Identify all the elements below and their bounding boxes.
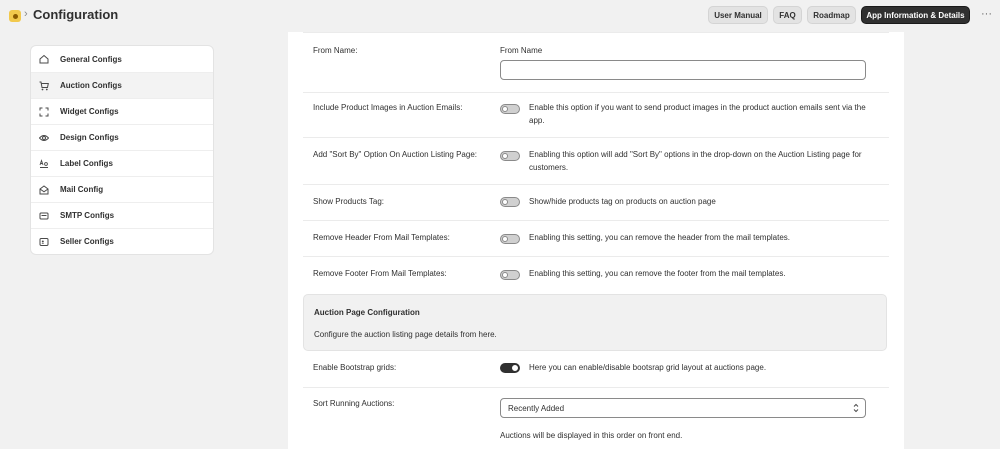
sidebar-item-label: Widget Configs [60,107,119,116]
seller-icon [39,237,49,247]
config-sidebar: General Configs Auction Configs Widget C… [30,45,214,255]
more-actions-icon[interactable]: ··· [981,8,992,20]
bootstrap-grids-toggle[interactable] [500,363,520,373]
sidebar-item-label: Seller Configs [60,237,114,246]
auction-page-section: Auction Page Configuration Configure the… [303,294,887,351]
roadmap-button[interactable]: Roadmap [807,6,856,24]
select-value: Recently Added [508,403,565,413]
product-images-toggle[interactable] [500,104,520,114]
sidebar-item-label: General Configs [60,54,122,64]
products-tag-toggle[interactable] [500,197,520,207]
remove-header-toggle[interactable] [500,234,520,244]
divider [303,137,889,138]
user-manual-button[interactable]: User Manual [708,6,768,24]
settings-card: From Name: From Name Include Product Ima… [288,32,904,449]
from-name-label: From Name: [313,46,358,55]
sidebar-item-design-configs[interactable]: Design Configs [31,124,213,150]
sidebar-item-label: Auction Configs [60,81,122,90]
divider [303,92,889,93]
sidebar-item-mail-config[interactable]: Mail Config [31,176,213,202]
sidebar-item-label: SMTP Configs [60,211,115,220]
home-icon [39,54,49,64]
frame-icon [39,107,49,117]
sort-running-helper-text: Auctions will be displayed in this order… [500,431,683,440]
remove-footer-label: Remove Footer From Mail Templates: [313,269,447,278]
sort-running-auctions-select[interactable]: Recently Added [500,398,866,418]
label-icon [39,158,49,169]
mail-open-icon [39,184,49,195]
divider [303,387,889,388]
breadcrumb-separator: › [24,8,28,20]
divider [303,32,889,33]
from-name-input[interactable] [500,60,866,80]
remove-footer-description: Enabling this setting, you can remove th… [529,269,786,278]
sidebar-item-label: Mail Config [60,185,104,194]
sidebar-item-general-configs[interactable]: General Configs [31,46,213,72]
sort-by-option-description: Enabling this option will add "Sort By" … [529,150,862,172]
eye-icon [39,133,49,143]
remove-footer-toggle[interactable] [500,270,520,280]
section-subtitle: Configure the auction listing page detai… [314,330,497,339]
top-bar: › Configuration User Manual FAQ Roadmap … [0,0,1000,32]
remove-header-label: Remove Header From Mail Templates: [313,233,450,242]
sort-running-auctions-label: Sort Running Auctions: [313,399,395,408]
section-title: Auction Page Configuration [314,308,420,317]
sidebar-item-label: Design Configs [60,133,119,142]
faq-button[interactable]: FAQ [773,6,802,24]
bootstrap-grids-label: Enable Bootstrap grids: [313,363,397,372]
sort-by-option-label: Add "Sort By" Option On Auction Listing … [313,150,477,159]
divider [303,220,889,221]
bootstrap-grids-description: Here you can enable/disable bootsrap gri… [529,363,767,372]
divider [303,256,889,257]
sort-by-option-toggle[interactable] [500,151,520,161]
products-tag-description: Show/hide products tag on products on au… [529,197,716,206]
sidebar-item-label-configs[interactable]: Label Configs [31,150,213,176]
products-tag-label: Show Products Tag: [313,197,385,206]
cart-icon [39,81,49,91]
sidebar-item-widget-configs[interactable]: Widget Configs [31,98,213,124]
product-images-label: Include Product Images in Auction Emails… [313,103,463,112]
sidebar-item-label: Label Configs [60,159,113,168]
divider [303,184,889,185]
sidebar-item-auction-configs[interactable]: Auction Configs [31,72,213,98]
envelope-icon [39,211,49,221]
product-images-description: Enable this option if you want to send p… [529,103,866,125]
sidebar-item-seller-configs[interactable]: Seller Configs [31,228,213,254]
app-information-button[interactable]: App Information & Details [861,6,970,24]
select-chevron-icon [853,403,859,413]
remove-header-description: Enabling this setting, you can remove th… [529,233,791,242]
from-name-field-title: From Name [500,46,543,55]
page-title: Configuration [33,7,119,22]
sidebar-item-smtp-configs[interactable]: SMTP Configs [31,202,213,228]
app-icon[interactable] [9,10,21,22]
